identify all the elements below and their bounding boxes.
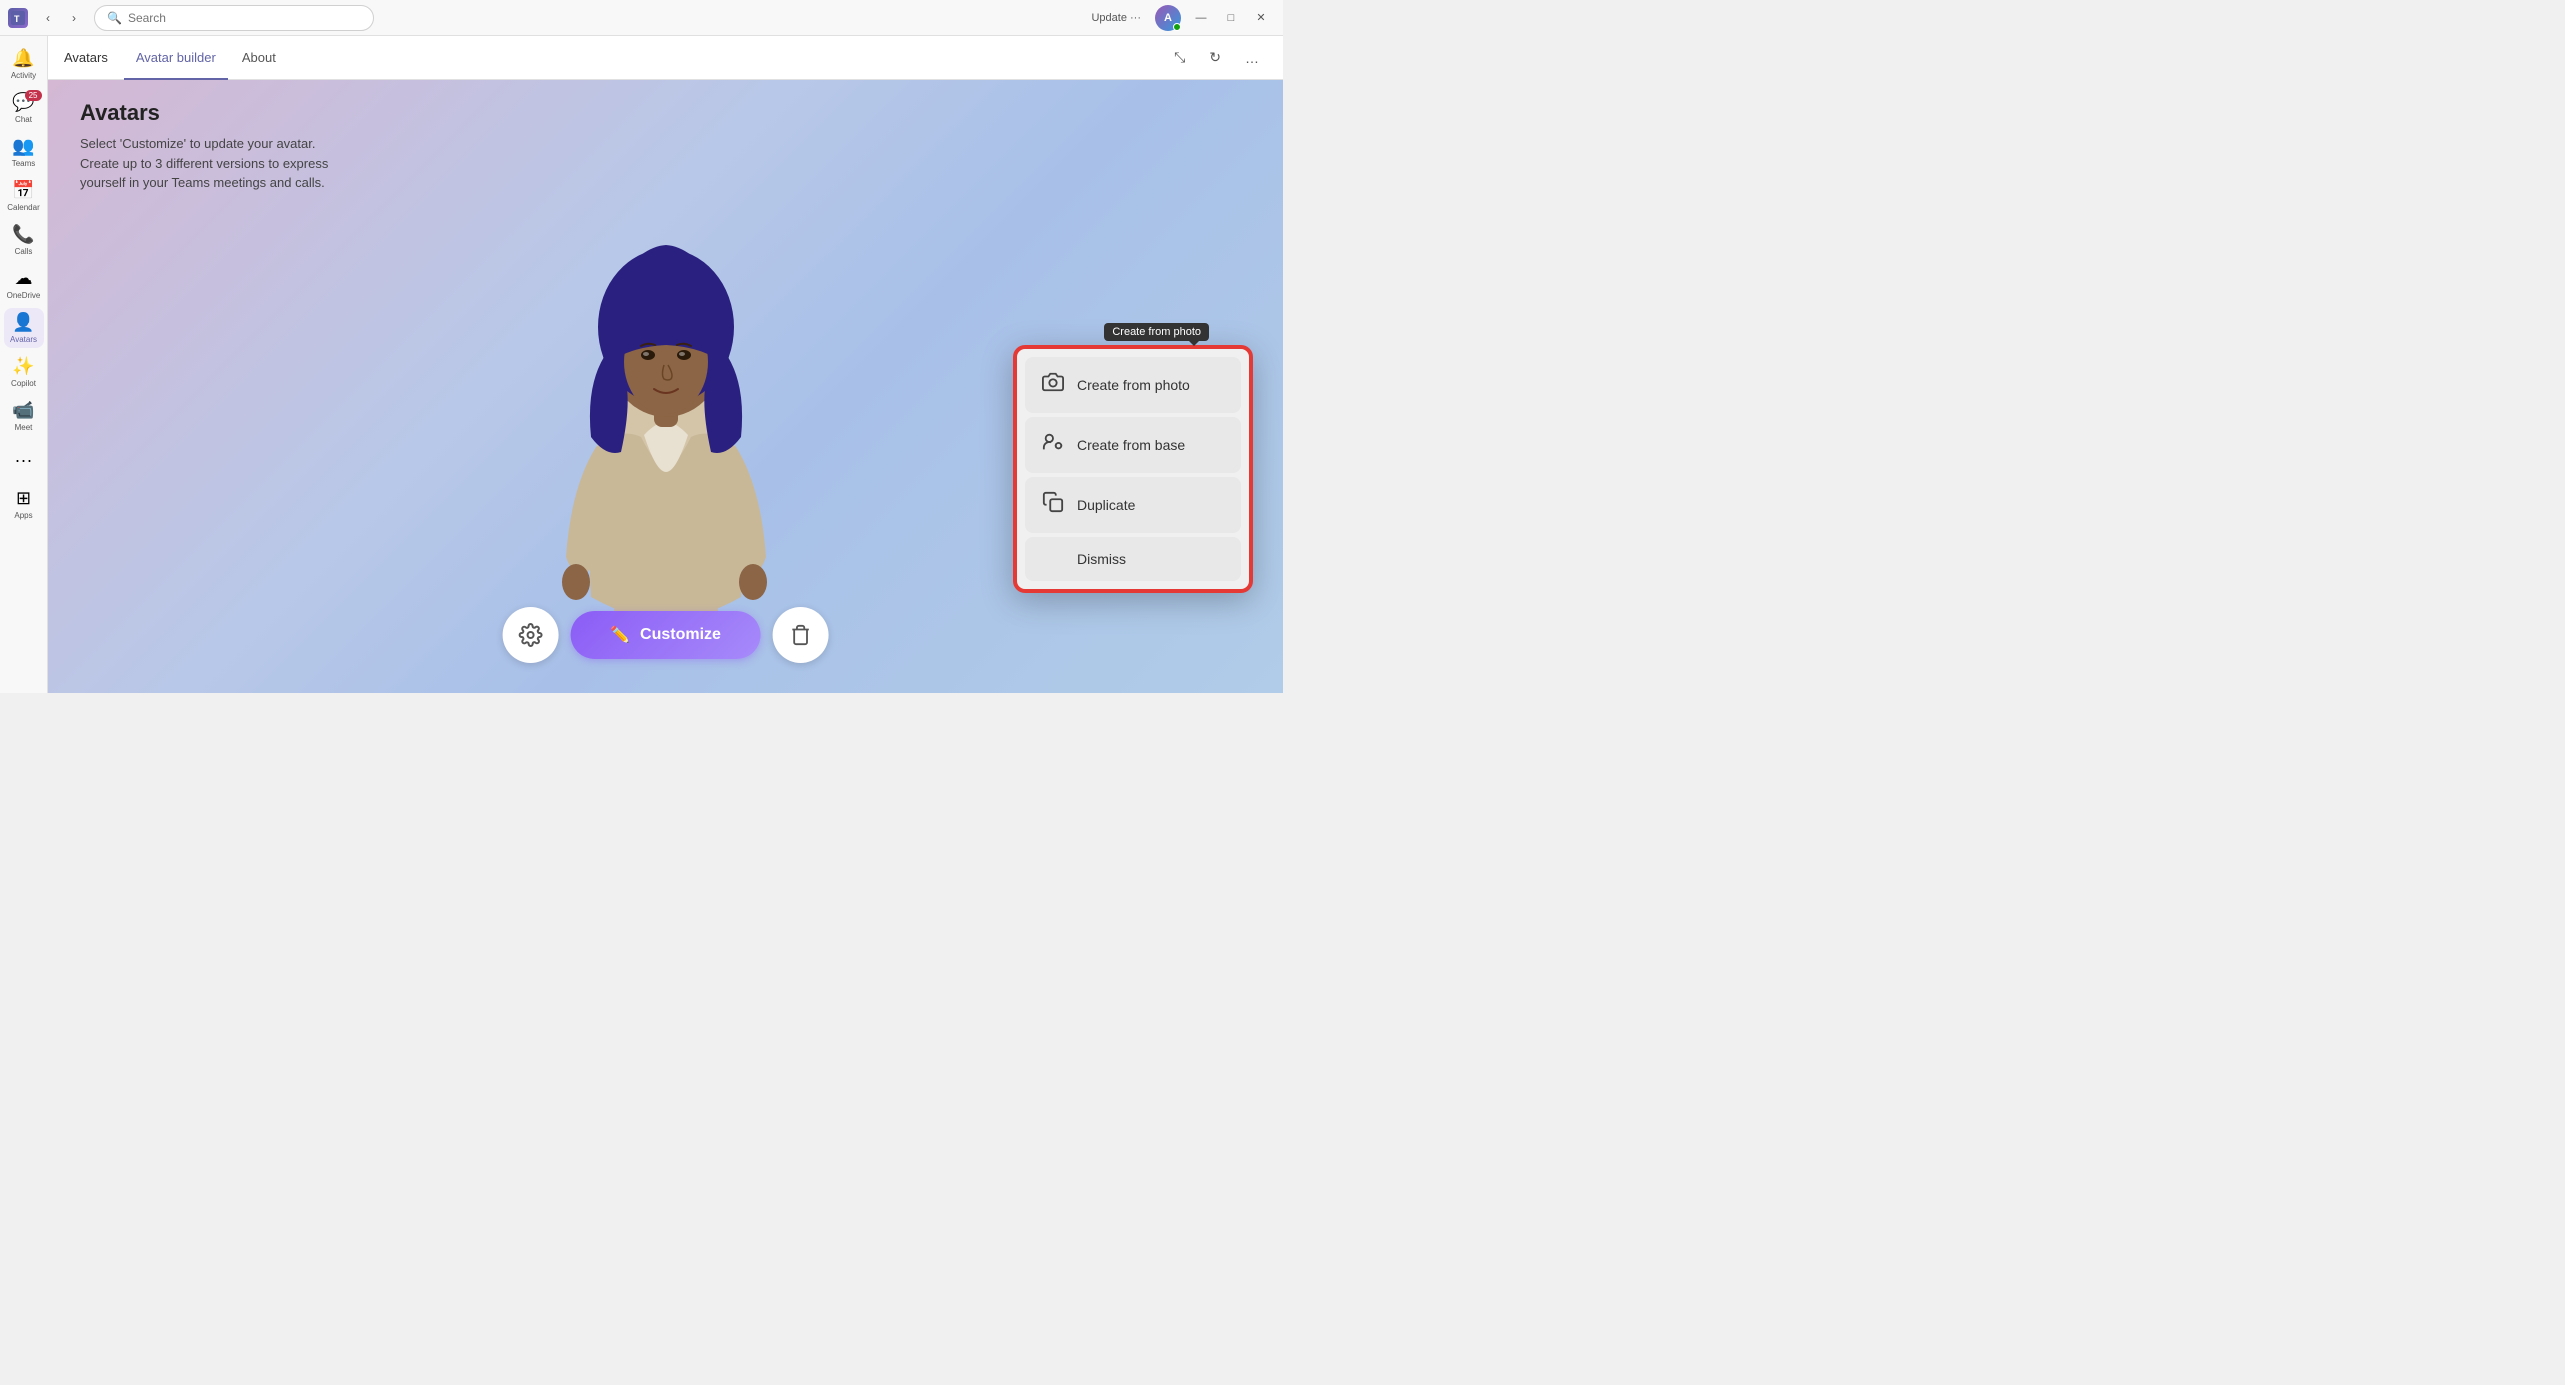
sidebar-item-teams[interactable]: 👥 Teams	[4, 132, 44, 172]
sidebar-item-chat[interactable]: 💬 Chat 25	[4, 88, 44, 128]
sidebar-item-apps[interactable]: ⊞ Apps	[4, 484, 44, 524]
sidebar-item-avatars[interactable]: 👤 Avatars	[4, 308, 44, 348]
sidebar-item-calls[interactable]: 📞 Calls	[4, 220, 44, 260]
minimize-button[interactable]: —	[1187, 4, 1215, 32]
dismiss-item[interactable]: Dismiss	[1025, 537, 1241, 581]
create-from-photo-label: Create from photo	[1077, 377, 1190, 393]
header-tabs: Avatar builderAbout	[124, 36, 288, 79]
apps-label: Apps	[14, 511, 32, 520]
calendar-icon: 📅	[12, 180, 34, 201]
teams-logo: T	[8, 8, 28, 28]
camera-icon	[1041, 371, 1065, 399]
sidebar-item-calendar[interactable]: 📅 Calendar	[4, 176, 44, 216]
user-avatar-button[interactable]: A	[1155, 5, 1181, 31]
desc-line-1: Select 'Customize' to update your avatar…	[80, 136, 315, 151]
copilot-label: Copilot	[11, 379, 36, 388]
chat-badge: 25	[25, 90, 42, 101]
teams-label: Teams	[12, 159, 36, 168]
content-description: Select 'Customize' to update your avatar…	[80, 134, 1251, 193]
back-button[interactable]: ‹	[36, 6, 60, 30]
online-status-dot	[1173, 23, 1181, 31]
more-icon: ···	[15, 450, 33, 471]
title-bar-right: Update ··· A — □ ✕	[1083, 4, 1275, 32]
chat-label: Chat	[15, 115, 32, 124]
header-action-1[interactable]: ⤡	[1166, 45, 1193, 70]
people-settings-icon	[1041, 431, 1065, 459]
avatars-label: Avatars	[10, 335, 37, 344]
customize-button[interactable]: ✏️ Customize	[570, 611, 761, 659]
sidebar: 🔔 Activity 💬 Chat 25 👥 Teams 📅 Calendar …	[0, 36, 48, 693]
sidebar-more[interactable]: ···	[4, 440, 44, 480]
onedrive-icon: ☁	[15, 268, 33, 289]
create-from-base-label: Create from base	[1077, 437, 1185, 453]
forward-button[interactable]: ›	[62, 6, 86, 30]
sidebar-item-onedrive[interactable]: ☁ OneDrive	[4, 264, 44, 304]
page-title: Avatars	[80, 100, 1251, 126]
nav-arrows: ‹ ›	[36, 6, 86, 30]
bottom-controls: ✏️ Customize	[502, 607, 829, 663]
sidebar-item-meet[interactable]: 📹 Meet	[4, 396, 44, 436]
meet-icon: 📹	[12, 400, 34, 421]
title-bar: T ‹ › 🔍 Update ··· A — □	[0, 0, 1283, 36]
sidebar-item-copilot[interactable]: ✨ Copilot	[4, 352, 44, 392]
close-button[interactable]: ✕	[1247, 4, 1275, 32]
calls-icon: 📞	[12, 224, 34, 245]
teams-icon: 👥	[12, 136, 34, 157]
duplicate-label: Duplicate	[1077, 497, 1135, 513]
create-from-photo-item[interactable]: Create from photo	[1025, 357, 1241, 413]
delete-button[interactable]	[773, 607, 829, 663]
tab-avatar-builder[interactable]: Avatar builder	[124, 37, 228, 80]
duplicate-icon	[1041, 491, 1065, 519]
tab-about[interactable]: About	[230, 37, 288, 80]
settings-button[interactable]	[502, 607, 558, 663]
window-controls: — □ ✕	[1187, 4, 1275, 32]
search-bar: 🔍	[94, 5, 374, 31]
dismiss-label: Dismiss	[1077, 551, 1126, 567]
calls-label: Calls	[15, 247, 33, 256]
maximize-button[interactable]: □	[1217, 4, 1245, 32]
avatars-icon: 👤	[12, 312, 34, 333]
search-icon: 🔍	[107, 11, 122, 25]
apps-icon: ⊞	[16, 488, 31, 509]
search-input[interactable]	[128, 11, 361, 25]
desc-line-3: yourself in your Teams meetings and call…	[80, 175, 325, 190]
header-action-3[interactable]: …	[1237, 45, 1267, 70]
popup-menu: Create from photo Create from photo	[1013, 345, 1253, 593]
tooltip-label: Create from photo	[1104, 323, 1209, 341]
header-action-2[interactable]: ↻	[1201, 45, 1229, 70]
update-button[interactable]: Update ···	[1083, 8, 1149, 28]
app-header: Avatars Avatar builderAbout ⤡ ↻ …	[48, 36, 1283, 80]
calendar-label: Calendar	[7, 203, 39, 212]
customize-label: Customize	[640, 626, 721, 644]
activity-icon: 🔔	[12, 48, 34, 69]
main-layout: 🔔 Activity 💬 Chat 25 👥 Teams 📅 Calendar …	[0, 36, 1283, 693]
avatar-content: Avatars Select 'Customize' to update you…	[48, 80, 1283, 693]
content-header: Avatars Select 'Customize' to update you…	[48, 80, 1283, 213]
content-area: Avatars Avatar builderAbout ⤡ ↻ … Avatar…	[48, 36, 1283, 693]
customize-icon: ✏️	[610, 625, 630, 645]
duplicate-item[interactable]: Duplicate	[1025, 477, 1241, 533]
header-actions: ⤡ ↻ …	[1166, 45, 1267, 70]
copilot-icon: ✨	[12, 356, 34, 377]
app-title: Avatars	[64, 50, 108, 65]
create-from-base-item[interactable]: Create from base	[1025, 417, 1241, 473]
sidebar-item-activity[interactable]: 🔔 Activity	[4, 44, 44, 84]
activity-label: Activity	[11, 71, 36, 80]
onedrive-label: OneDrive	[7, 291, 41, 300]
title-bar-left: T ‹ › 🔍	[8, 5, 1075, 31]
meet-label: Meet	[15, 423, 33, 432]
svg-text:T: T	[14, 14, 20, 24]
desc-line-2: Create up to 3 different versions to exp…	[80, 156, 328, 171]
